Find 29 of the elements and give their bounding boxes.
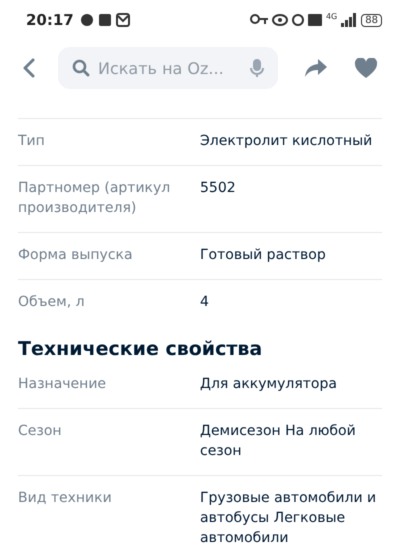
network-type: 4G	[326, 12, 338, 21]
mail-icon	[116, 13, 130, 27]
property-label: Партномер (артикул производителя)	[18, 179, 172, 218]
property-label: Назначение	[18, 375, 108, 394]
property-value: Для аккумулятора	[200, 375, 338, 394]
search-icon	[72, 59, 90, 77]
property-label: Тип	[18, 132, 46, 151]
property-value: Грузовые автомобили и автобусы Легковые автомобили	[200, 489, 378, 548]
property-label: Вид техники	[18, 489, 113, 508]
clock-time: 20:17	[26, 11, 74, 29]
property-value: Электролит кислотный	[200, 132, 374, 151]
property-label: Форма выпуска	[18, 246, 134, 265]
battery-level: 88	[361, 14, 382, 26]
property-value: 5502	[200, 179, 237, 198]
search-bar[interactable]: Искать на Oz...	[58, 47, 278, 89]
property-label: Объем, л	[18, 293, 86, 312]
property-value: Готовый раствор	[200, 246, 327, 265]
property-value: 4	[200, 293, 210, 312]
key-icon	[250, 14, 268, 26]
eye-icon	[272, 14, 288, 26]
search-field[interactable]: Искать на Oz...	[98, 58, 242, 78]
microphone-icon[interactable]	[250, 58, 264, 78]
heart-icon[interactable]	[354, 58, 378, 78]
section-heading: Технические свойства	[18, 337, 264, 362]
back-icon[interactable]	[22, 58, 36, 78]
property-label: Сезон	[18, 422, 63, 441]
property-value: Демисезон На любой сезон	[200, 422, 357, 461]
share-icon[interactable]	[304, 58, 328, 78]
signal-icon	[341, 13, 358, 27]
